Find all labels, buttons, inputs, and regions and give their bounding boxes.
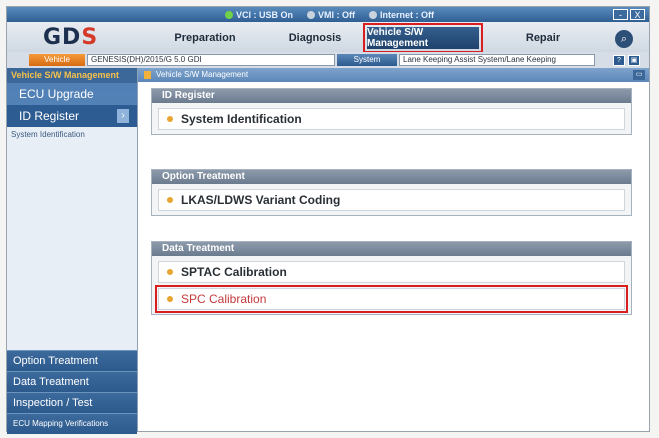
tab-repair[interactable]: Repair — [493, 27, 593, 49]
help-icon[interactable]: ? — [613, 55, 625, 66]
section-data-treatment: Data Treatment SPTAC Calibration SPC Cal… — [151, 241, 632, 315]
section-id-register: ID Register System Identification — [151, 88, 632, 135]
gds-window: VCI : USB On VMI : Off Internet : Off - … — [6, 6, 650, 434]
bullet-icon — [167, 116, 173, 122]
menu-item-system-identification[interactable]: System Identification — [158, 108, 625, 130]
sidebar-item-inspection-test[interactable]: Inspection / Test — [7, 392, 137, 413]
vci-status: VCI : USB On — [225, 10, 293, 20]
bullet-icon — [167, 197, 173, 203]
sidebar-item-id-register[interactable]: ID Register — [7, 105, 137, 127]
vehicle-button[interactable]: Vehicle — [29, 54, 85, 66]
vci-status-icon — [225, 10, 233, 19]
internet-status: Internet : Off — [369, 10, 434, 20]
sidebar-item-ecu-mapping[interactable]: ECU Mapping Verifications — [7, 413, 137, 434]
vmi-status: VMI : Off — [307, 10, 355, 20]
tab-vehicle-sw-management[interactable]: Vehicle S/W Management — [363, 23, 483, 53]
top-navigation: GDS Preparation Diagnosis Vehicle S/W Ma… — [7, 22, 649, 53]
system-button[interactable]: System — [337, 54, 397, 66]
vmi-status-icon — [307, 10, 316, 19]
search-icon[interactable]: ⌕ — [615, 30, 633, 48]
section-option-treatment: Option Treatment LKAS/LDWS Variant Codin… — [151, 169, 632, 216]
internet-status-icon — [369, 10, 378, 19]
minimize-button[interactable]: - — [613, 9, 628, 20]
main-content: Vehicle S/W Management ▭ ID Register Sys… — [138, 68, 649, 431]
close-button[interactable]: X — [630, 9, 645, 20]
collapse-icon[interactable]: ▭ — [633, 70, 645, 80]
bullet-icon — [167, 269, 173, 275]
section-title: Data Treatment — [152, 242, 631, 256]
gds-logo: GDS — [43, 25, 99, 50]
menu-item-spc-calibration[interactable]: SPC Calibration — [155, 285, 628, 313]
sidebar-subitem-system-identification[interactable]: System Identification — [7, 127, 137, 142]
sidebar-item-ecu-upgrade[interactable]: ECU Upgrade — [7, 83, 137, 105]
sidebar: Vehicle S/W Management ECU Upgrade ID Re… — [7, 68, 138, 434]
breadcrumb: Vehicle S/W Management ▭ — [138, 68, 649, 82]
sidebar-empty-area — [7, 142, 137, 350]
tab-preparation[interactable]: Preparation — [155, 27, 255, 49]
section-title: Option Treatment — [152, 170, 631, 184]
vehicle-field[interactable]: GENESIS(DH)/2015/G 5.0 GDI — [87, 54, 335, 66]
vehicle-selection-bar: Vehicle GENESIS(DH)/2015/G 5.0 GDI Syste… — [7, 52, 649, 69]
status-bar: VCI : USB On VMI : Off Internet : Off - … — [7, 7, 649, 22]
section-title: ID Register — [152, 89, 631, 103]
tab-diagnosis[interactable]: Diagnosis — [265, 27, 365, 49]
menu-item-sptac-calibration[interactable]: SPTAC Calibration — [158, 261, 625, 283]
window-icon[interactable]: ▣ — [628, 55, 640, 66]
bullet-icon — [167, 296, 173, 302]
connection-status: VCI : USB On VMI : Off Internet : Off — [225, 8, 434, 21]
system-field[interactable]: Lane Keeping Assist System/Lane Keeping — [399, 54, 595, 66]
sidebar-item-option-treatment[interactable]: Option Treatment — [7, 350, 137, 371]
sidebar-item-data-treatment[interactable]: Data Treatment — [7, 371, 137, 392]
folder-icon — [144, 71, 151, 79]
menu-item-lkas-ldws-variant-coding[interactable]: LKAS/LDWS Variant Coding — [158, 189, 625, 211]
sidebar-header: Vehicle S/W Management — [7, 68, 137, 83]
